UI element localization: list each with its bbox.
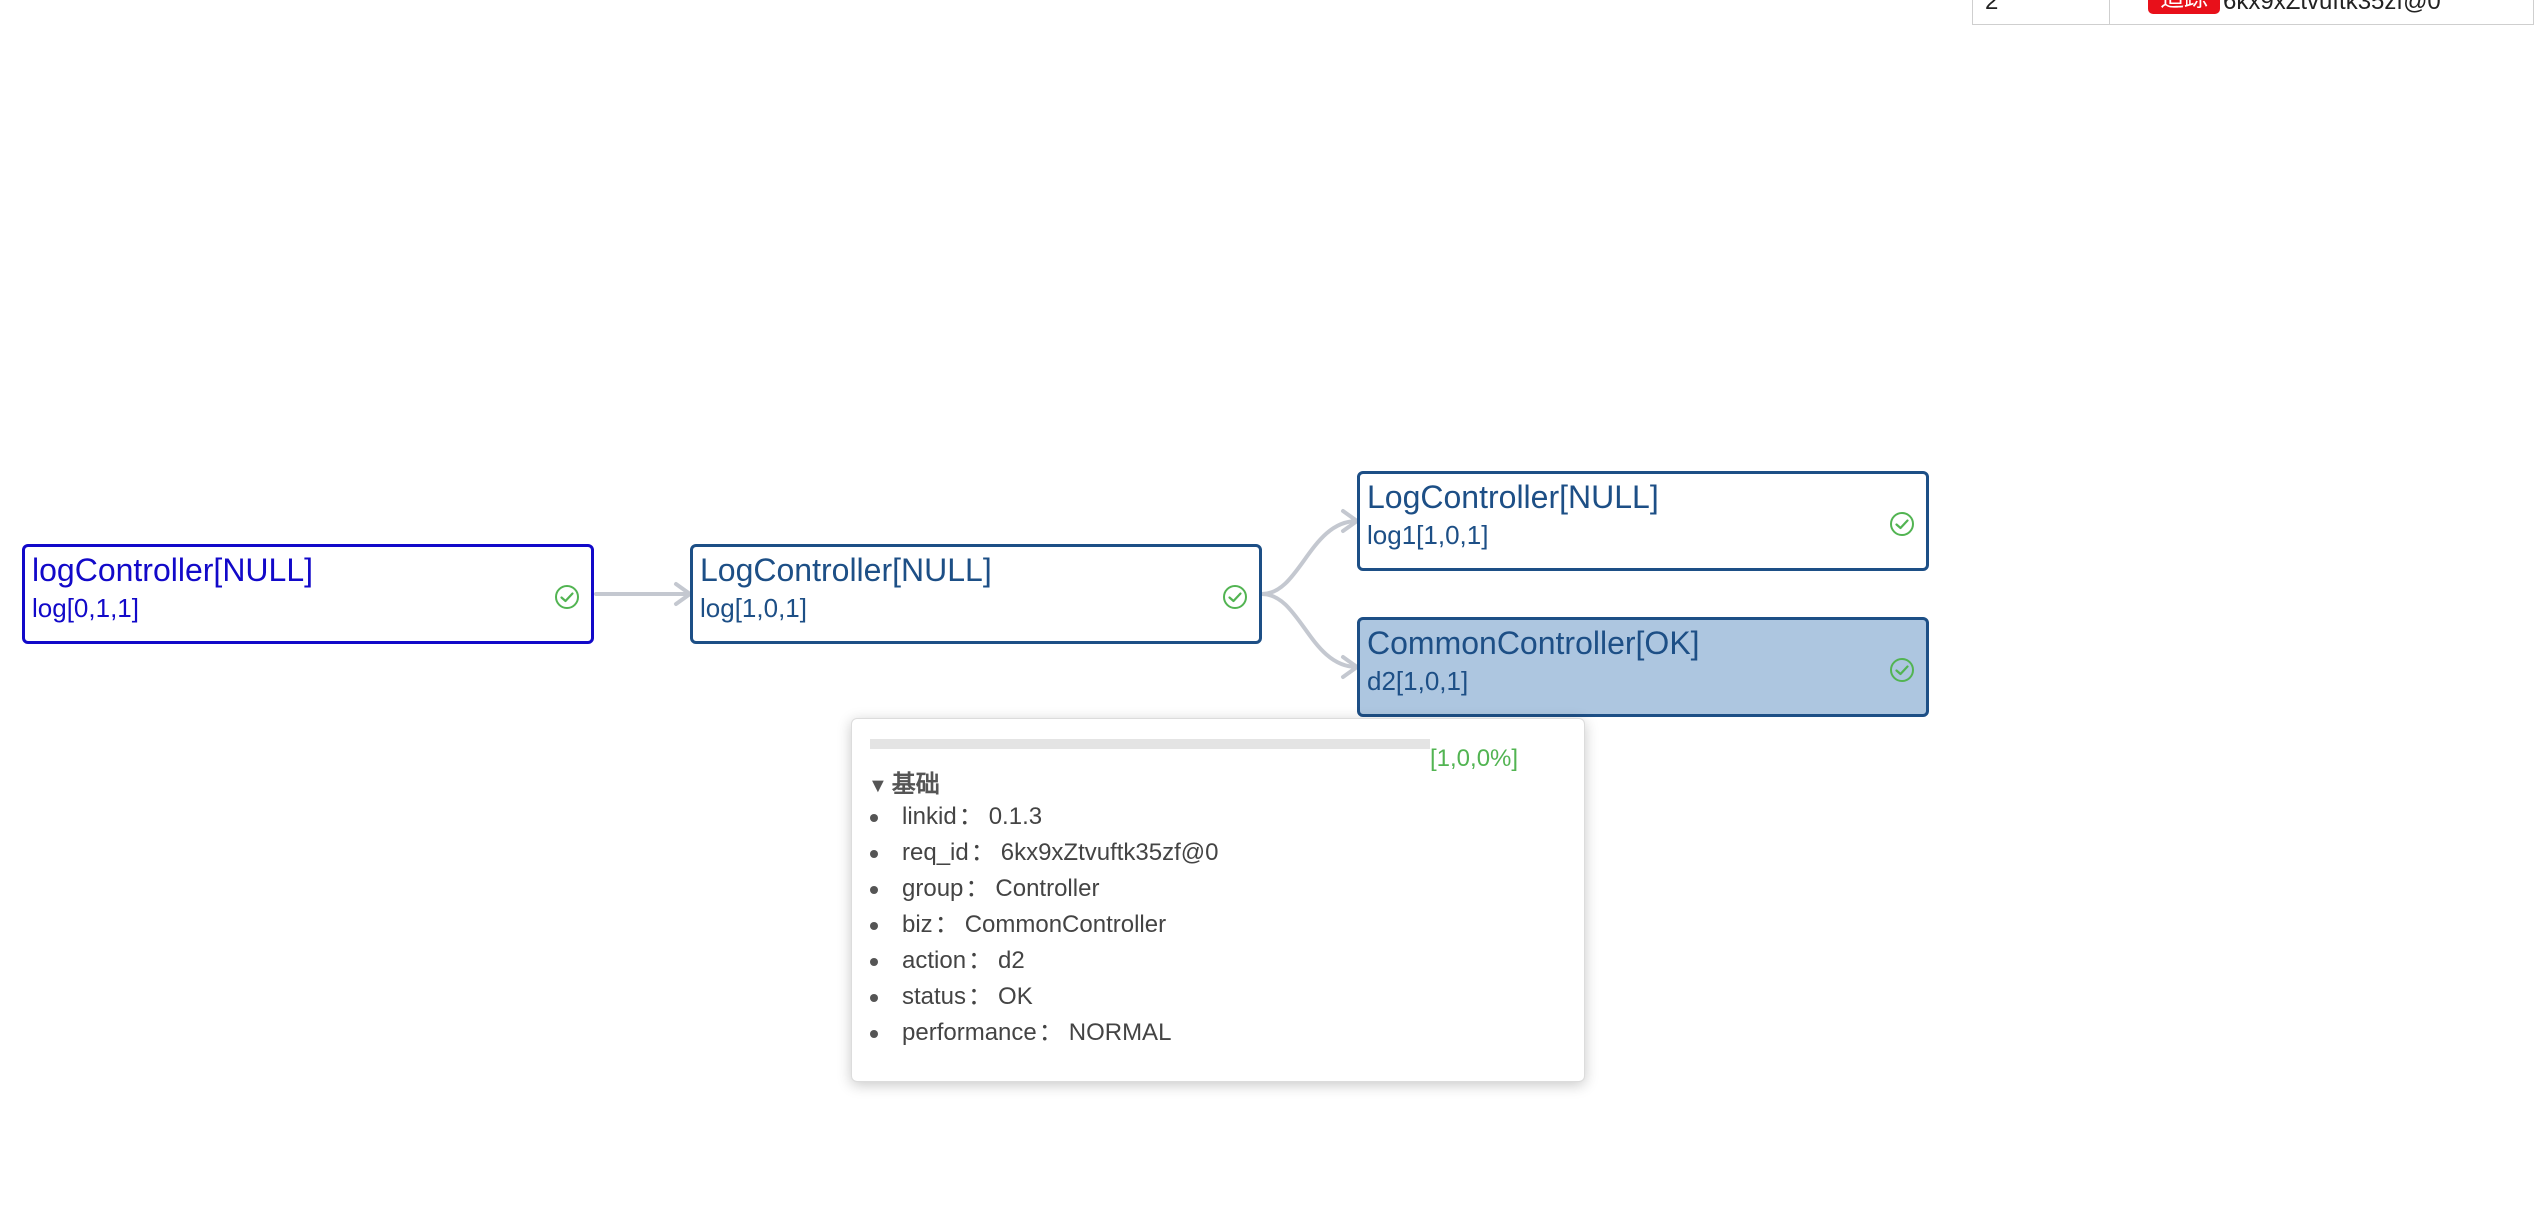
- field-separator: ：: [1038, 1019, 1063, 1046]
- field-separator: ：: [934, 911, 959, 938]
- field-value: 0.1.3: [988, 803, 1043, 830]
- node-subtitle: d2[1,0,1]: [1367, 666, 1469, 696]
- field-key: linkid: [902, 803, 957, 830]
- field-separator: ：: [968, 947, 993, 974]
- list-item: group： Controller: [852, 871, 1219, 907]
- field-list: linkid： 0.1.3 req_id： 6kx9xZtvuftk35zf@0 g…: [852, 799, 1219, 1051]
- field-value: Controller: [995, 875, 1100, 902]
- field-key: performance: [902, 1019, 1037, 1046]
- field-separator: ：: [968, 983, 993, 1010]
- bullet-icon: [870, 958, 878, 966]
- field-key: biz: [902, 911, 933, 938]
- field-separator: ：: [965, 875, 990, 902]
- bullet-icon: [870, 850, 878, 858]
- field-value: 6kx9xZtvuftk35zf@0: [1000, 839, 1219, 866]
- section-title: 基础: [891, 771, 940, 798]
- bullet-icon: [870, 886, 878, 894]
- bullet-icon: [870, 1030, 878, 1038]
- node-title: logController[NULL]: [32, 552, 314, 588]
- field-key: action: [902, 947, 967, 974]
- check-circle-icon: [1890, 512, 1914, 536]
- bullet-icon: [870, 922, 878, 930]
- bullet-icon: [870, 994, 878, 1002]
- field-key: req_id: [902, 839, 969, 866]
- list-item: action： d2: [852, 943, 1219, 979]
- field-value: CommonController: [964, 911, 1167, 938]
- check-circle-icon: [555, 585, 579, 609]
- node-title: CommonController[OK]: [1367, 625, 1700, 661]
- field-value: NORMAL: [1068, 1019, 1172, 1046]
- field-value: OK: [998, 983, 1033, 1010]
- section-toggle-basic[interactable]: ▼ 基础: [868, 764, 940, 799]
- node-title: LogController[NULL]: [1367, 479, 1659, 515]
- bullet-icon: [870, 814, 878, 822]
- node-detail-tooltip: [1,0,0%] ▼ 基础 linkid： 0.1.3 req_id： 6kx9xZt…: [851, 718, 1585, 1082]
- field-key: group: [902, 875, 964, 902]
- field-value: d2: [998, 947, 1025, 974]
- triangle-down-icon: ▼: [868, 775, 888, 797]
- progress-bar: [870, 739, 1430, 749]
- field-separator: ：: [970, 839, 995, 866]
- node-subtitle: log[0,1,1]: [32, 593, 139, 623]
- list-item: performance： NORMAL: [852, 1015, 1219, 1051]
- node-subtitle: log[1,0,1]: [700, 593, 807, 623]
- graph-node-commoncontroller[interactable]: CommonController[OK] d2[1,0,1]: [1357, 617, 1929, 717]
- check-circle-icon: [1890, 658, 1914, 682]
- field-separator: ：: [958, 803, 983, 830]
- graph-node-root[interactable]: logController[NULL] log[0,1,1]: [22, 544, 594, 644]
- list-item: req_id： 6kx9xZtvuftk35zf@0: [852, 835, 1219, 871]
- list-item: linkid： 0.1.3: [852, 799, 1219, 835]
- list-item: status： OK: [852, 979, 1219, 1015]
- node-subtitle: log1[1,0,1]: [1367, 520, 1489, 550]
- node-title: LogController[NULL]: [700, 552, 992, 588]
- field-key: status: [902, 983, 967, 1010]
- graph-node-log1[interactable]: LogController[NULL] log1[1,0,1]: [1357, 471, 1929, 571]
- graph-node-logcontroller[interactable]: LogController[NULL] log[1,0,1]: [690, 544, 1262, 644]
- check-circle-icon: [1223, 585, 1247, 609]
- progress-label: [1,0,0%]: [1430, 745, 1519, 772]
- list-item: biz： CommonController: [852, 907, 1219, 943]
